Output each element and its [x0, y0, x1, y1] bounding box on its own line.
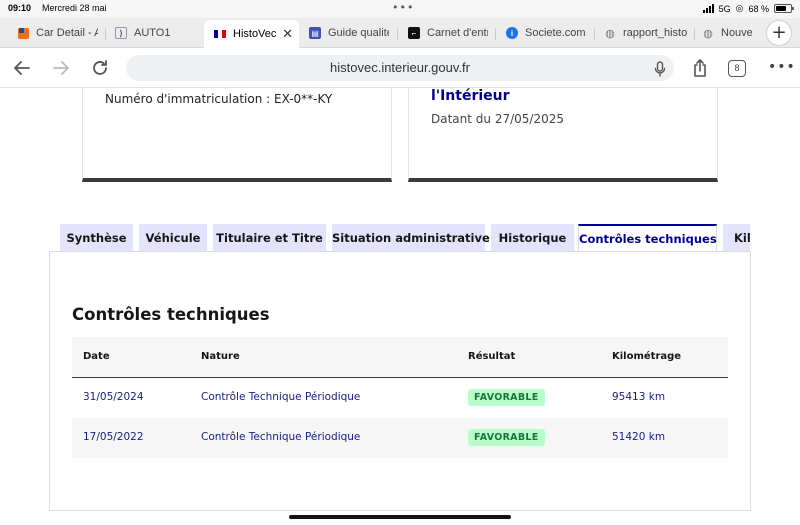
info-favicon: i	[506, 27, 518, 39]
network-type: 5G	[718, 3, 731, 14]
table-row: 17/05/2022 Contrôle Technique Périodique…	[72, 418, 728, 458]
car-detail-favicon	[18, 27, 29, 39]
tab-separator	[105, 28, 106, 40]
inspection-mileage: 95413 km	[612, 391, 666, 403]
inspection-date: 17/05/2022	[83, 431, 144, 443]
tab-vehicule[interactable]: Véhicule	[139, 224, 207, 252]
inspection-date: 31/05/2024	[83, 391, 144, 403]
vehicle-id-card: Numéro d'immatriculation : EX-0**-KY	[82, 88, 392, 182]
share-button[interactable]	[688, 56, 712, 80]
report-date: Datant du 27/05/2025	[431, 112, 564, 126]
report-source-card: l'Intérieur Datant du 27/05/2025	[408, 88, 718, 182]
inspections-table: Date Nature Résultat Kilométrage 31/05/2…	[72, 337, 728, 458]
location-icon: ◎	[735, 3, 744, 13]
new-tab-button[interactable]: +	[766, 20, 792, 46]
arrow-right-icon	[53, 61, 69, 75]
carnet-favicon: ⌐	[408, 27, 420, 39]
tab-synthese[interactable]: Synthèse	[60, 224, 133, 252]
browser-tab-histovec[interactable]: HistoVec ✕	[204, 20, 299, 48]
reload-button[interactable]	[88, 56, 112, 80]
battery-fill	[776, 6, 786, 11]
battery-icon	[774, 4, 794, 13]
browser-toolbar: histovec.interieur.gouv.fr 8 •••	[0, 48, 800, 88]
report-tabs: Synthèse Véhicule Titulaire et Titre Sit…	[60, 224, 750, 252]
registration-number: Numéro d'immatriculation : EX-0**-KY	[105, 92, 333, 106]
browser-tab-bar: Car Detail - A ⟩ AUTO1 HistoVec ✕ ▤ Guid…	[0, 18, 800, 48]
result-badge: FAVORABLE	[468, 429, 545, 446]
column-header-nature: Nature	[201, 351, 240, 362]
table-header: Date Nature Résultat Kilométrage	[72, 337, 728, 378]
arrow-left-icon	[14, 61, 30, 75]
url-text: histovec.interieur.gouv.fr	[330, 60, 470, 75]
tab-separator	[397, 28, 398, 40]
guide-favicon: ▤	[309, 27, 321, 39]
home-indicator[interactable]	[289, 515, 511, 519]
reload-icon	[93, 60, 107, 75]
screen: 09:10 Mercredi 28 mai ••• 5G ◎ 68 % Car …	[0, 0, 800, 525]
share-icon	[694, 59, 706, 77]
web-page: Numéro d'immatriculation : EX-0**-KY l'I…	[0, 88, 800, 525]
tab-separator	[495, 28, 496, 40]
globe-favicon: ◍	[703, 27, 713, 40]
globe-favicon: ◍	[605, 27, 615, 40]
browser-tab-car-detail[interactable]: Car Detail - A	[18, 22, 98, 44]
close-tab-icon[interactable]: ✕	[282, 26, 293, 42]
battery-percent: 68 %	[748, 3, 769, 14]
ministry-name: l'Intérieur	[431, 88, 510, 104]
forward-button[interactable]	[49, 56, 73, 80]
browser-tab-guide-qualite[interactable]: ▤ Guide qualité	[309, 22, 389, 44]
column-header-kilometrage: Kilométrage	[612, 351, 682, 362]
french-flag-favicon	[214, 30, 226, 38]
back-button[interactable]	[10, 56, 34, 80]
address-bar[interactable]: histovec.interieur.gouv.fr	[126, 55, 674, 81]
status-bar: 09:10 Mercredi 28 mai ••• 5G ◎ 68 %	[0, 0, 800, 18]
tab-kilometrage[interactable]: Kil	[723, 224, 750, 252]
tab-controles-techniques[interactable]: Contrôles techniques	[578, 224, 717, 252]
browser-tab-rapport[interactable]: ◍ rapport_histo	[604, 22, 690, 44]
result-badge: FAVORABLE	[468, 389, 545, 406]
plus-icon: +	[771, 22, 787, 43]
tab-situation-administrative[interactable]: Situation administrative	[332, 224, 490, 252]
status-date: Mercredi 28 mai	[42, 3, 107, 13]
inspection-mileage: 51420 km	[612, 431, 666, 443]
auto1-favicon: ⟩	[115, 27, 127, 39]
tab-separator	[594, 28, 595, 40]
browser-tab-nouveau[interactable]: ◍ Nouve	[702, 22, 752, 44]
multitask-dots-icon[interactable]: •••	[392, 1, 414, 14]
status-indicators: 5G ◎ 68 %	[702, 3, 794, 14]
column-header-resultat: Résultat	[468, 351, 516, 362]
tab-historique[interactable]: Historique	[491, 224, 574, 252]
tab-count-button[interactable]: 8	[728, 60, 746, 77]
table-row: 31/05/2024 Contrôle Technique Périodique…	[72, 378, 728, 418]
microphone-icon[interactable]	[654, 60, 666, 86]
status-time: 09:10	[8, 3, 32, 13]
browser-tab-societe[interactable]: i Societe.com	[506, 22, 588, 44]
browser-tab-auto1[interactable]: ⟩ AUTO1	[115, 22, 195, 44]
inspection-nature: Contrôle Technique Périodique	[201, 391, 361, 403]
controles-panel: Contrôles techniques Date Nature Résulta…	[49, 251, 751, 511]
browser-tab-carnet[interactable]: ⌐ Carnet d'entr	[408, 22, 488, 44]
column-header-date: Date	[83, 351, 110, 362]
inspection-nature: Contrôle Technique Périodique	[201, 431, 361, 443]
more-menu-icon[interactable]: •••	[768, 59, 796, 75]
tab-titulaire-titre[interactable]: Titulaire et Titre	[213, 224, 326, 252]
tab-separator	[694, 28, 695, 40]
section-title: Contrôles techniques	[72, 305, 270, 324]
cellular-signal-icon	[702, 4, 714, 13]
